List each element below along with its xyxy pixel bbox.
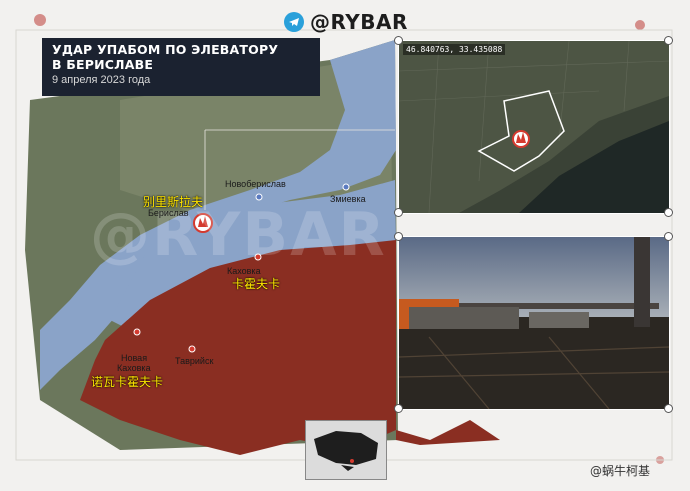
corner-marker [664, 404, 673, 413]
title-box: УДАР УПАБОМ ПО ЭЛЕВАТОРУ В БЕРИСЛАВЕ 9 а… [42, 38, 320, 96]
label-zmievka: Змиевка [330, 194, 366, 204]
marker-tavriysk [188, 345, 196, 353]
inset-overview-map [305, 420, 387, 480]
label-nova-kakhovka-cn: 诺瓦卡霍夫卡 [91, 375, 164, 389]
corner-marker [664, 36, 673, 45]
telegram-icon [284, 12, 304, 32]
label-nova-kakhovka-2: Каховка [117, 363, 151, 373]
marker-nova-kakhovka [133, 328, 141, 336]
map-watermark: @RYBAR [90, 200, 387, 270]
corner-marker [394, 208, 403, 217]
explosion-icon [512, 130, 530, 148]
corner-marker [664, 232, 673, 241]
label-tavriysk: Таврийск [175, 356, 214, 366]
footer-watermark: @蜗牛柯基 [590, 464, 651, 478]
corner-marker [394, 232, 403, 241]
title-line-1: УДАР УПАБОМ ПО ЭЛЕВАТОРУ [52, 42, 279, 57]
label-nova-kakhovka-1: Новая [121, 353, 148, 363]
fire-photo [398, 236, 670, 410]
marker-zmievka [342, 183, 350, 191]
title-date: 9 апреля 2023 года [52, 74, 151, 86]
brand-handle: @RYBAR [310, 10, 408, 34]
corner-marker [394, 404, 403, 413]
satellite-photo: 46.840763, 33.435088 [398, 40, 670, 214]
corner-marker [664, 208, 673, 217]
corner-marker [394, 36, 403, 45]
brand-header: @RYBAR [284, 8, 408, 36]
coordinates-label: 46.840763, 33.435088 [403, 44, 506, 55]
title-line-2: В БЕРИСЛАВЕ [52, 57, 154, 72]
label-berislav-cn: 别里斯拉夫 [143, 195, 204, 209]
label-kakhovka-cn: 卡霍夫卡 [232, 277, 281, 291]
label-novoberislav: Новоберислав [225, 179, 286, 189]
